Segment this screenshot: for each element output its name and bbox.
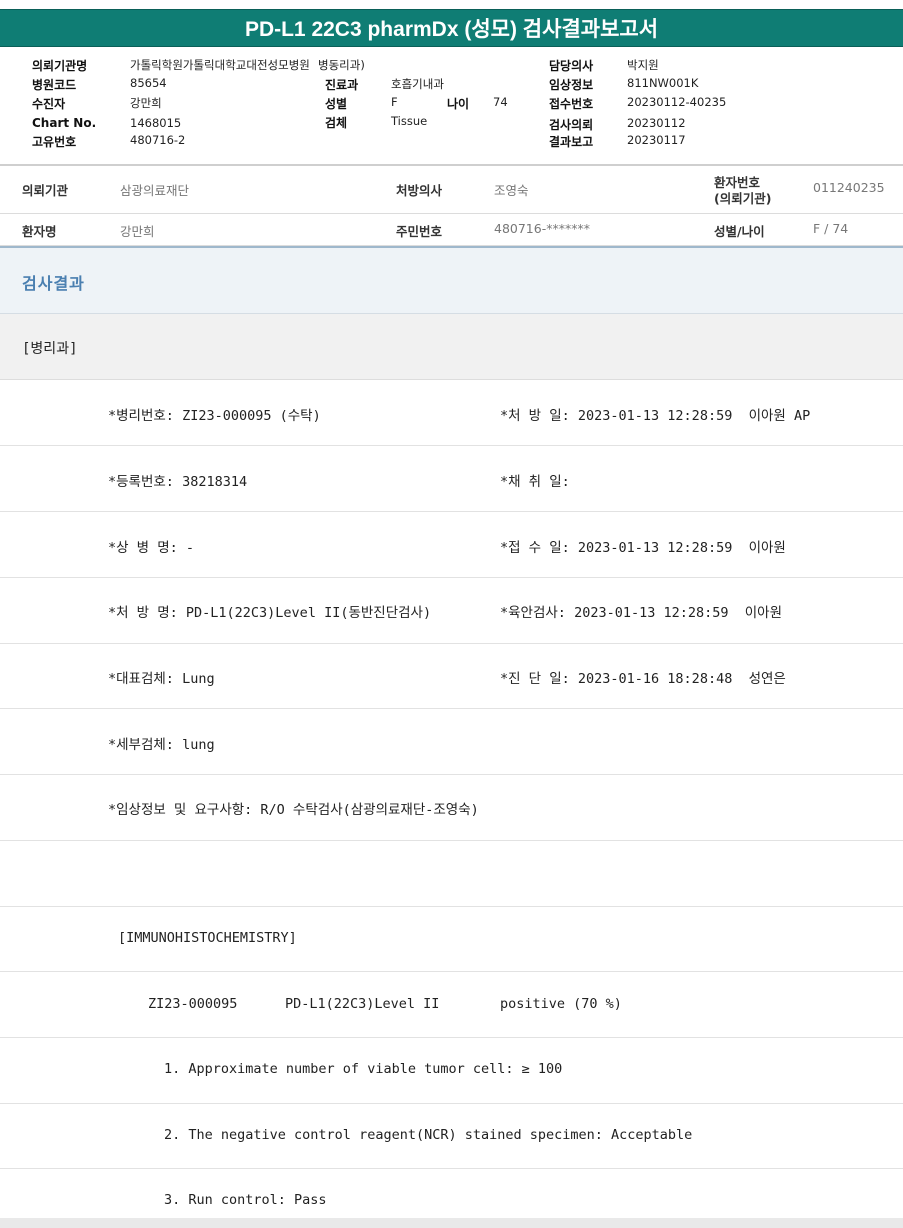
pathology-number: *병리번호: ZI23-000095 (수탁) xyxy=(108,408,321,424)
patient-no-label-sub: (의뢰기관) xyxy=(714,191,772,206)
result-row: *대표검체: Lung *진 단 일: 2023-01-16 18:28:48 … xyxy=(0,643,903,709)
clinical-info-label: 임상정보 xyxy=(549,78,594,92)
result-row: ZI23-000095 PD-L1(22C3)Level II positive… xyxy=(0,972,903,1038)
sex-label: 성별 xyxy=(325,97,348,111)
detail-specimen: *세부검체: lung xyxy=(108,737,215,753)
patient-info-row-2: 환자명 강만희 주민번호 480716-******* 성별/나이 F / 74 xyxy=(0,214,903,246)
requesting-org-label: 의뢰기관 xyxy=(22,183,69,198)
disease-name: *상 병 명: - xyxy=(108,540,195,556)
chart-no-value: 1468015 xyxy=(130,116,182,130)
prescription-name: *처 방 명: PD-L1(22C3)Level II(동반진단검사) xyxy=(108,605,432,621)
institution-label: 의뢰기관명 xyxy=(32,59,88,73)
result-row: *등록번호: 38218314 *채 취 일: xyxy=(0,446,903,512)
report-title: PD-L1 22C3 pharmDx (성모) 검사결과보고서 xyxy=(0,9,903,47)
prescriber-value: 조영숙 xyxy=(494,183,529,198)
result-row: 3. Run control: Pass xyxy=(0,1169,903,1218)
result-row: [IMMUNOHISTOCHEMISTRY] xyxy=(0,906,903,972)
resident-no-label: 주민번호 xyxy=(396,224,443,239)
report-date-value: 20230117 xyxy=(627,133,686,147)
institution-dept-suffix: 병동리과) xyxy=(318,58,365,72)
clinical-info-value: 811NW001K xyxy=(627,76,699,90)
doctor-label: 담당의사 xyxy=(549,59,594,73)
result-row: 2. The negative control reagent(NCR) sta… xyxy=(0,1103,903,1169)
result-row: *처 방 명: PD-L1(22C3)Level II(동반진단검사) *육안검… xyxy=(0,578,903,644)
request-date-label: 검사의뢰 xyxy=(549,118,594,132)
received-date: *접 수 일: 2023-01-13 12:28:59 이아원 xyxy=(500,540,786,556)
unique-no-label: 고유번호 xyxy=(32,135,77,149)
clinic-label: 진료과 xyxy=(325,78,359,92)
receipt-no-label: 접수번호 xyxy=(549,97,594,111)
result-item-2: 2. The negative control reagent(NCR) sta… xyxy=(164,1127,693,1143)
sex-age-label: 성별/나이 xyxy=(714,224,765,239)
prescriber-label: 처방의사 xyxy=(396,183,443,198)
resident-no-value: 480716-******* xyxy=(494,221,590,236)
result-row: *상 병 명: - *접 수 일: 2023-01-13 12:28:59 이아… xyxy=(0,512,903,578)
specimen-value: Tissue xyxy=(391,114,428,128)
diagnosis-date: *진 단 일: 2023-01-16 18:28:48 성연은 xyxy=(500,671,786,687)
requesting-org-value: 삼광의료재단 xyxy=(120,183,190,198)
patient-no-value: 011240235 xyxy=(813,180,885,195)
ihc-test-name: PD-L1(22C3)Level II xyxy=(285,996,440,1012)
result-item-1: 1. Approximate number of viable tumor ce… xyxy=(164,1061,563,1077)
unique-no-value: 480716-2 xyxy=(130,133,186,147)
ihc-header: [IMMUNOHISTOCHEMISTRY] xyxy=(118,930,297,946)
department-label: [병리과] xyxy=(22,341,78,357)
registration-number: *등록번호: 38218314 xyxy=(108,474,248,490)
result-row: *병리번호: ZI23-000095 (수탁) *처 방 일: 2023-01-… xyxy=(0,380,903,446)
request-date-value: 20230112 xyxy=(627,116,686,130)
result-row: *임상정보 및 요구사항: R/O 수탁검사(삼광의료재단-조영숙) xyxy=(0,775,903,841)
collected-date: *채 취 일: xyxy=(500,474,570,490)
patient-name-value: 강만희 xyxy=(120,224,155,239)
hospital-code-label: 병원코드 xyxy=(32,78,77,92)
recipient-label: 수진자 xyxy=(32,97,66,111)
result-item-3: 3. Run control: Pass xyxy=(164,1192,327,1208)
report-date-label: 결과보고 xyxy=(549,135,594,149)
prescribed-date: *처 방 일: 2023-01-13 12:28:59 이아원 AP xyxy=(500,408,811,424)
age-value: 74 xyxy=(493,95,508,109)
result-section-title: 검사결과 xyxy=(22,274,85,293)
clinic-value: 호흡기내과 xyxy=(391,77,444,91)
result-row: *세부검체: lung xyxy=(0,709,903,775)
chart-no-label: Chart No. xyxy=(32,116,97,130)
hospital-code-value: 85654 xyxy=(130,76,167,90)
doctor-value: 박지원 xyxy=(627,58,659,72)
institution-value: 가톨릭학원가톨릭대학교대전성모병원 xyxy=(130,58,310,72)
ihc-result: positive (70 %) xyxy=(500,996,622,1012)
specimen-label: 검체 xyxy=(325,116,348,130)
result-section-header: 검사결과 xyxy=(0,248,903,314)
recipient-value: 강만희 xyxy=(130,96,162,110)
bottom-strip xyxy=(0,1218,903,1228)
sex-value: F xyxy=(391,95,398,109)
patient-name-label: 환자명 xyxy=(22,224,57,239)
sex-age-value: F / 74 xyxy=(813,221,849,236)
receipt-no-value: 20230112-40235 xyxy=(627,95,727,109)
result-row-empty xyxy=(0,841,903,907)
ihc-case-number: ZI23-000095 xyxy=(148,996,238,1012)
clinical-request: *임상정보 및 요구사항: R/O 수탁검사(삼광의료재단-조영숙) xyxy=(108,802,479,818)
department-header: [병리과] xyxy=(0,314,903,380)
age-label: 나이 xyxy=(447,97,470,111)
representative-specimen: *대표검체: Lung xyxy=(108,671,215,687)
result-row: 1. Approximate number of viable tumor ce… xyxy=(0,1038,903,1104)
gross-exam-date: *육안검사: 2023-01-13 12:28:59 이아원 xyxy=(500,605,783,621)
patient-info-row-1: 의뢰기관 삼광의료재단 처방의사 조영숙 환자번호 (의뢰기관) 0112402… xyxy=(0,166,903,214)
